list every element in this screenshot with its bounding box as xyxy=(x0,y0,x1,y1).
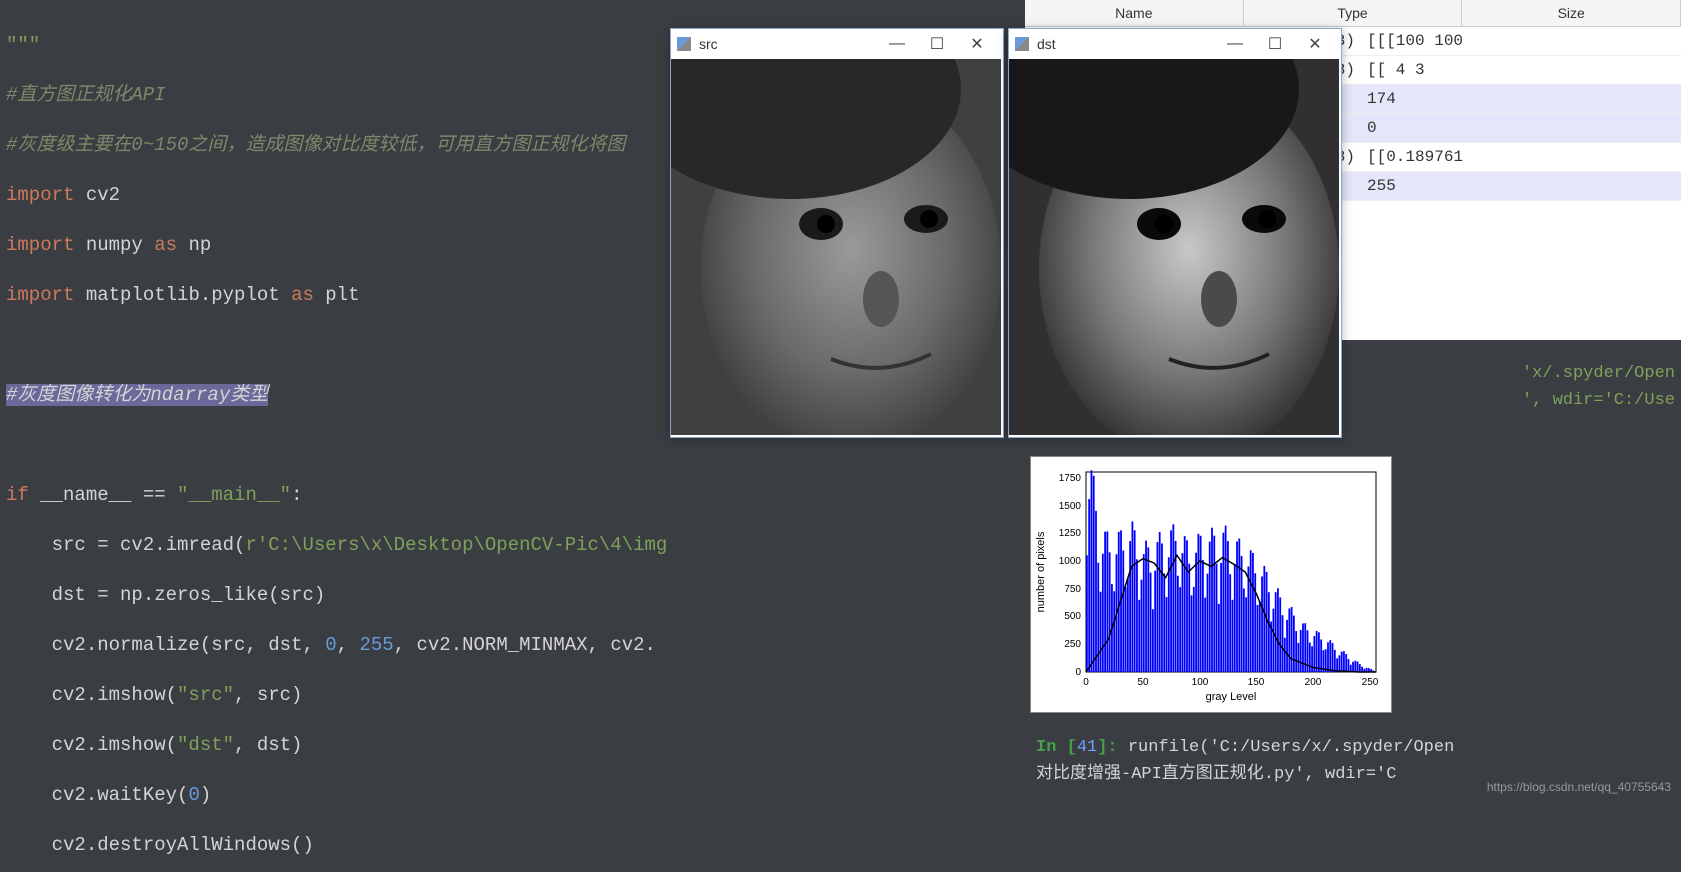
histogram-plot: 0 250 500 750 1000 1250 1500 1750 0 50 1… xyxy=(1030,456,1392,713)
code-kw: import xyxy=(6,234,74,256)
code-text: np xyxy=(177,234,211,256)
maximize-button[interactable]: ☐ xyxy=(1255,34,1295,54)
code-kw: as xyxy=(291,284,314,306)
code-comment: #直方图正规化API xyxy=(6,84,166,106)
svg-text:0: 0 xyxy=(1075,667,1081,678)
code-kw: import xyxy=(6,284,74,306)
watermark: https://blog.csdn.net/qq_40755643 xyxy=(1487,780,1671,794)
window-title: dst xyxy=(1037,36,1056,52)
svg-text:1750: 1750 xyxy=(1059,473,1082,484)
svg-text:500: 500 xyxy=(1064,611,1081,622)
titlebar-dst[interactable]: dst — ☐ ✕ xyxy=(1009,29,1341,59)
code-text: matplotlib.pyplot xyxy=(74,284,291,306)
console-input-line: In [41]: runfile('C:/Users/x/.spyder/Ope… xyxy=(1030,734,1681,761)
svg-text:250: 250 xyxy=(1362,677,1379,688)
window-dst[interactable]: dst — ☐ ✕ xyxy=(1008,28,1342,438)
window-title: src xyxy=(699,36,718,52)
svg-text:150: 150 xyxy=(1248,677,1265,688)
col-size[interactable]: Size xyxy=(1462,0,1681,26)
svg-text:1250: 1250 xyxy=(1059,528,1082,539)
window-src[interactable]: src — ☐ ✕ xyxy=(670,28,1004,438)
svg-text:750: 750 xyxy=(1064,584,1081,595)
titlebar-src[interactable]: src — ☐ ✕ xyxy=(671,29,1003,59)
code-kw: import xyxy=(6,184,74,206)
code-line: """ xyxy=(6,34,40,56)
code-comment: #灰度级主要在0~150之间，造成图像对比度较低，可用直方图正规化将图 xyxy=(6,134,625,156)
code-kw: as xyxy=(154,234,177,256)
code-text: cv2 xyxy=(74,184,120,206)
svg-text:250: 250 xyxy=(1064,639,1081,650)
minimize-button[interactable]: — xyxy=(877,35,917,53)
close-button[interactable]: ✕ xyxy=(1295,34,1335,54)
ide-root: """ #直方图正规化API #灰度级主要在0~150之间，造成图像对比度较低，… xyxy=(0,0,1681,872)
svg-text:200: 200 xyxy=(1305,677,1322,688)
ylabel: number of pixels xyxy=(1035,531,1047,612)
image-src xyxy=(671,59,1001,435)
plot-svg: 0 250 500 750 1000 1250 1500 1750 0 50 1… xyxy=(1031,457,1391,712)
code-comment-selected: #灰度图像转化为ndarray类型 xyxy=(6,384,268,406)
app-icon xyxy=(1015,37,1029,51)
svg-text:100: 100 xyxy=(1192,677,1209,688)
code-text: plt xyxy=(314,284,360,306)
minimize-button[interactable]: — xyxy=(1215,35,1255,53)
col-name[interactable]: Name xyxy=(1025,0,1244,26)
xlabel: gray Level xyxy=(1206,691,1257,703)
image-dst xyxy=(1009,59,1339,435)
svg-text:50: 50 xyxy=(1137,677,1149,688)
maximize-button[interactable]: ☐ xyxy=(917,34,957,54)
close-button[interactable]: ✕ xyxy=(957,34,997,54)
svg-text:0: 0 xyxy=(1083,677,1089,688)
col-type[interactable]: Type xyxy=(1244,0,1463,26)
var-header: Name Type Size xyxy=(1025,0,1681,27)
code-text: numpy xyxy=(74,234,154,256)
svg-text:1000: 1000 xyxy=(1059,556,1082,567)
svg-text:1500: 1500 xyxy=(1059,501,1082,512)
code-kw: if xyxy=(6,484,29,506)
app-icon xyxy=(677,37,691,51)
